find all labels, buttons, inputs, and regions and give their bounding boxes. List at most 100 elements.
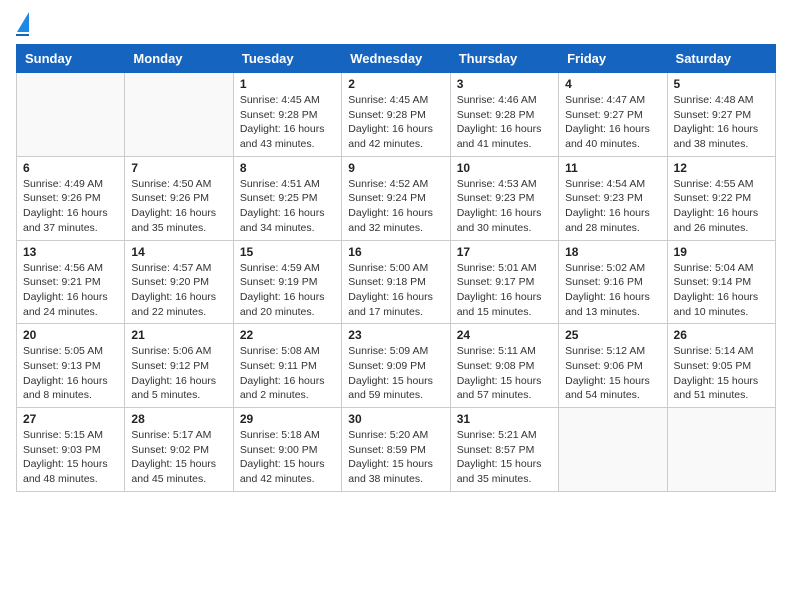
sunset-text: Sunset: 9:27 PM: [674, 109, 752, 121]
sunrise-text: Sunrise: 5:09 AM: [348, 345, 428, 357]
daylight-text: Daylight: 16 hours and 8 minutes.: [23, 375, 108, 402]
daylight-text: Daylight: 16 hours and 30 minutes.: [457, 207, 542, 234]
sunrise-text: Sunrise: 5:01 AM: [457, 262, 537, 274]
sunset-text: Sunset: 9:28 PM: [348, 109, 426, 121]
sunset-text: Sunset: 9:18 PM: [348, 276, 426, 288]
calendar-cell: 10 Sunrise: 4:53 AM Sunset: 9:23 PM Dayl…: [450, 156, 558, 240]
calendar-cell: 27 Sunrise: 5:15 AM Sunset: 9:03 PM Dayl…: [17, 408, 125, 492]
sunrise-text: Sunrise: 4:45 AM: [348, 94, 428, 106]
sunset-text: Sunset: 9:11 PM: [240, 360, 317, 372]
calendar-cell: 7 Sunrise: 4:50 AM Sunset: 9:26 PM Dayli…: [125, 156, 233, 240]
calendar-table: SundayMondayTuesdayWednesdayThursdayFrid…: [16, 44, 776, 492]
day-number: 25: [565, 328, 660, 342]
sunset-text: Sunset: 9:23 PM: [565, 192, 643, 204]
calendar-cell: 30 Sunrise: 5:20 AM Sunset: 8:59 PM Dayl…: [342, 408, 450, 492]
sunset-text: Sunset: 9:25 PM: [240, 192, 318, 204]
sunset-text: Sunset: 9:28 PM: [240, 109, 318, 121]
day-number: 10: [457, 161, 552, 175]
sunrise-text: Sunrise: 4:54 AM: [565, 178, 645, 190]
calendar-cell: 20 Sunrise: 5:05 AM Sunset: 9:13 PM Dayl…: [17, 324, 125, 408]
sunrise-text: Sunrise: 4:49 AM: [23, 178, 103, 190]
day-number: 28: [131, 412, 226, 426]
sunset-text: Sunset: 9:21 PM: [23, 276, 101, 288]
sunset-text: Sunset: 9:03 PM: [23, 444, 101, 456]
day-number: 8: [240, 161, 335, 175]
daylight-text: Daylight: 16 hours and 34 minutes.: [240, 207, 325, 234]
calendar-cell: 14 Sunrise: 4:57 AM Sunset: 9:20 PM Dayl…: [125, 240, 233, 324]
sunrise-text: Sunrise: 4:50 AM: [131, 178, 211, 190]
day-number: 27: [23, 412, 118, 426]
weekday-header: Thursday: [450, 45, 558, 73]
calendar-cell: 6 Sunrise: 4:49 AM Sunset: 9:26 PM Dayli…: [17, 156, 125, 240]
day-number: 31: [457, 412, 552, 426]
sunrise-text: Sunrise: 5:04 AM: [674, 262, 754, 274]
calendar-week-row: 27 Sunrise: 5:15 AM Sunset: 9:03 PM Dayl…: [17, 408, 776, 492]
daylight-text: Daylight: 16 hours and 20 minutes.: [240, 291, 325, 318]
day-number: 1: [240, 77, 335, 91]
calendar-cell: 12 Sunrise: 4:55 AM Sunset: 9:22 PM Dayl…: [667, 156, 775, 240]
logo-triangle: [17, 12, 29, 32]
day-number: 19: [674, 245, 769, 259]
day-number: 13: [23, 245, 118, 259]
day-number: 23: [348, 328, 443, 342]
sunrise-text: Sunrise: 5:15 AM: [23, 429, 103, 441]
sunrise-text: Sunrise: 4:52 AM: [348, 178, 428, 190]
sunset-text: Sunset: 9:13 PM: [23, 360, 101, 372]
calendar-cell: 8 Sunrise: 4:51 AM Sunset: 9:25 PM Dayli…: [233, 156, 341, 240]
sunrise-text: Sunrise: 4:45 AM: [240, 94, 320, 106]
sunset-text: Sunset: 9:26 PM: [131, 192, 209, 204]
day-number: 20: [23, 328, 118, 342]
logo: [16, 16, 29, 36]
sunset-text: Sunset: 9:12 PM: [131, 360, 209, 372]
day-number: 6: [23, 161, 118, 175]
day-number: 17: [457, 245, 552, 259]
sunset-text: Sunset: 9:06 PM: [565, 360, 643, 372]
sunrise-text: Sunrise: 5:12 AM: [565, 345, 645, 357]
sunset-text: Sunset: 8:57 PM: [457, 444, 535, 456]
daylight-text: Daylight: 15 hours and 59 minutes.: [348, 375, 433, 402]
calendar-cell: [125, 73, 233, 157]
calendar-cell: 26 Sunrise: 5:14 AM Sunset: 9:05 PM Dayl…: [667, 324, 775, 408]
sunset-text: Sunset: 9:23 PM: [457, 192, 535, 204]
sunrise-text: Sunrise: 4:48 AM: [674, 94, 754, 106]
day-number: 26: [674, 328, 769, 342]
day-number: 29: [240, 412, 335, 426]
sunrise-text: Sunrise: 5:17 AM: [131, 429, 211, 441]
calendar-cell: 23 Sunrise: 5:09 AM Sunset: 9:09 PM Dayl…: [342, 324, 450, 408]
sunrise-text: Sunrise: 5:05 AM: [23, 345, 103, 357]
sunset-text: Sunset: 9:14 PM: [674, 276, 752, 288]
calendar-cell: [17, 73, 125, 157]
sunrise-text: Sunrise: 5:11 AM: [457, 345, 536, 357]
day-number: 21: [131, 328, 226, 342]
daylight-text: Daylight: 16 hours and 26 minutes.: [674, 207, 759, 234]
sunrise-text: Sunrise: 4:55 AM: [674, 178, 754, 190]
sunset-text: Sunset: 9:05 PM: [674, 360, 752, 372]
daylight-text: Daylight: 15 hours and 54 minutes.: [565, 375, 650, 402]
calendar-cell: 16 Sunrise: 5:00 AM Sunset: 9:18 PM Dayl…: [342, 240, 450, 324]
daylight-text: Daylight: 15 hours and 35 minutes.: [457, 458, 542, 485]
sunset-text: Sunset: 9:16 PM: [565, 276, 643, 288]
calendar-cell: 29 Sunrise: 5:18 AM Sunset: 9:00 PM Dayl…: [233, 408, 341, 492]
daylight-text: Daylight: 16 hours and 28 minutes.: [565, 207, 650, 234]
calendar-cell: 1 Sunrise: 4:45 AM Sunset: 9:28 PM Dayli…: [233, 73, 341, 157]
day-number: 22: [240, 328, 335, 342]
sunset-text: Sunset: 9:19 PM: [240, 276, 318, 288]
sunrise-text: Sunrise: 5:20 AM: [348, 429, 428, 441]
daylight-text: Daylight: 16 hours and 38 minutes.: [674, 123, 759, 150]
sunrise-text: Sunrise: 5:02 AM: [565, 262, 645, 274]
calendar-cell: [667, 408, 775, 492]
sunset-text: Sunset: 9:17 PM: [457, 276, 535, 288]
sunrise-text: Sunrise: 4:59 AM: [240, 262, 320, 274]
daylight-text: Daylight: 16 hours and 24 minutes.: [23, 291, 108, 318]
calendar-cell: 4 Sunrise: 4:47 AM Sunset: 9:27 PM Dayli…: [559, 73, 667, 157]
sunset-text: Sunset: 9:08 PM: [457, 360, 535, 372]
day-number: 9: [348, 161, 443, 175]
daylight-text: Daylight: 16 hours and 10 minutes.: [674, 291, 759, 318]
day-number: 11: [565, 161, 660, 175]
sunset-text: Sunset: 9:27 PM: [565, 109, 643, 121]
calendar-cell: 5 Sunrise: 4:48 AM Sunset: 9:27 PM Dayli…: [667, 73, 775, 157]
weekday-header: Wednesday: [342, 45, 450, 73]
day-number: 7: [131, 161, 226, 175]
sunset-text: Sunset: 9:00 PM: [240, 444, 318, 456]
sunrise-text: Sunrise: 4:51 AM: [240, 178, 320, 190]
